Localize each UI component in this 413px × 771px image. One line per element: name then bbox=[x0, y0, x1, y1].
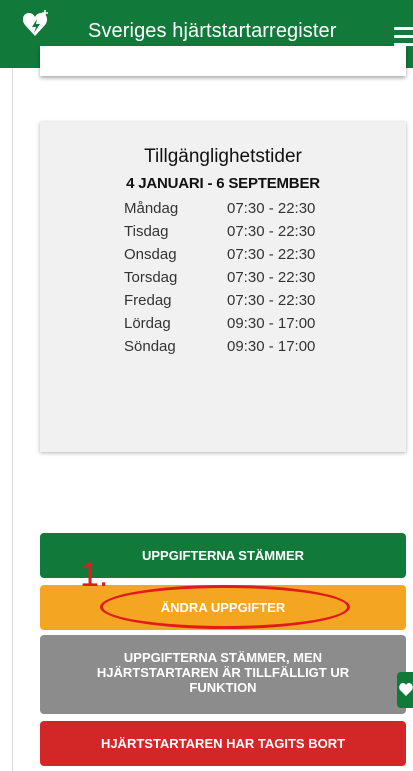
day-label: Söndag bbox=[124, 338, 176, 355]
availability-row-monday: Måndag 07:30 - 22:30 bbox=[124, 200, 384, 223]
day-label: Lördag bbox=[124, 315, 171, 332]
hours-value: 07:30 - 22:30 bbox=[227, 292, 316, 309]
previous-info-card bbox=[40, 46, 406, 76]
availability-list: Måndag 07:30 - 22:30 Tisdag 07:30 - 22:30 … bbox=[124, 200, 384, 361]
page-left-border bbox=[12, 0, 13, 771]
out-of-order-label-line2: HJÄRTSTARTAREN ÄR TILLFÄLLIGT UR bbox=[96, 665, 350, 680]
availability-row-sunday: Söndag 09:30 - 17:00 bbox=[124, 338, 384, 361]
availability-card: Tillgänglighetstider 4 JANUARI - 6 SEPTE… bbox=[40, 122, 406, 452]
day-label: Onsdag bbox=[124, 246, 177, 263]
floating-heart-icon[interactable] bbox=[397, 672, 413, 708]
day-label: Torsdag bbox=[124, 269, 178, 286]
annotation-step-number: 1. bbox=[80, 556, 109, 594]
out-of-order-label-line3: FUNKTION bbox=[189, 680, 257, 695]
hours-value: 07:30 - 22:30 bbox=[227, 246, 316, 263]
day-label: Måndag bbox=[124, 200, 179, 217]
day-label: Fredag bbox=[124, 292, 172, 309]
heart-defibrillator-icon[interactable] bbox=[22, 8, 52, 40]
availability-period: 4 JANUARI - 6 SEPTEMBER bbox=[126, 175, 320, 192]
defibrillator-removed-button[interactable]: HJÄRTSTARTAREN HAR TAGITS BORT bbox=[40, 721, 406, 766]
availability-row-saturday: Lördag 09:30 - 17:00 bbox=[124, 315, 384, 338]
app-title: Sveriges hjärtstartarregister bbox=[88, 20, 337, 42]
availability-title: Tillgänglighetstider bbox=[144, 146, 302, 167]
hours-value: 09:30 - 17:00 bbox=[227, 315, 316, 332]
hours-value: 07:30 - 22:30 bbox=[227, 223, 316, 240]
temporarily-out-of-order-button[interactable]: UPPGIFTERNA STÄMMER, MEN HJÄRTSTARTAREN … bbox=[40, 635, 406, 714]
availability-row-wednesday: Onsdag 07:30 - 22:30 bbox=[124, 246, 384, 269]
annotation-highlight-ellipse bbox=[100, 585, 350, 629]
hours-value: 09:30 - 17:00 bbox=[227, 338, 316, 355]
out-of-order-label-line1: UPPGIFTERNA STÄMMER, MEN bbox=[123, 650, 323, 665]
availability-row-tuesday: Tisdag 07:30 - 22:30 bbox=[124, 223, 384, 246]
availability-row-thursday: Torsdag 07:30 - 22:30 bbox=[124, 269, 384, 292]
hours-value: 07:30 - 22:30 bbox=[227, 269, 316, 286]
day-label: Tisdag bbox=[124, 223, 169, 240]
hours-value: 07:30 - 22:30 bbox=[227, 200, 316, 217]
availability-row-friday: Fredag 07:30 - 22:30 bbox=[124, 292, 384, 315]
